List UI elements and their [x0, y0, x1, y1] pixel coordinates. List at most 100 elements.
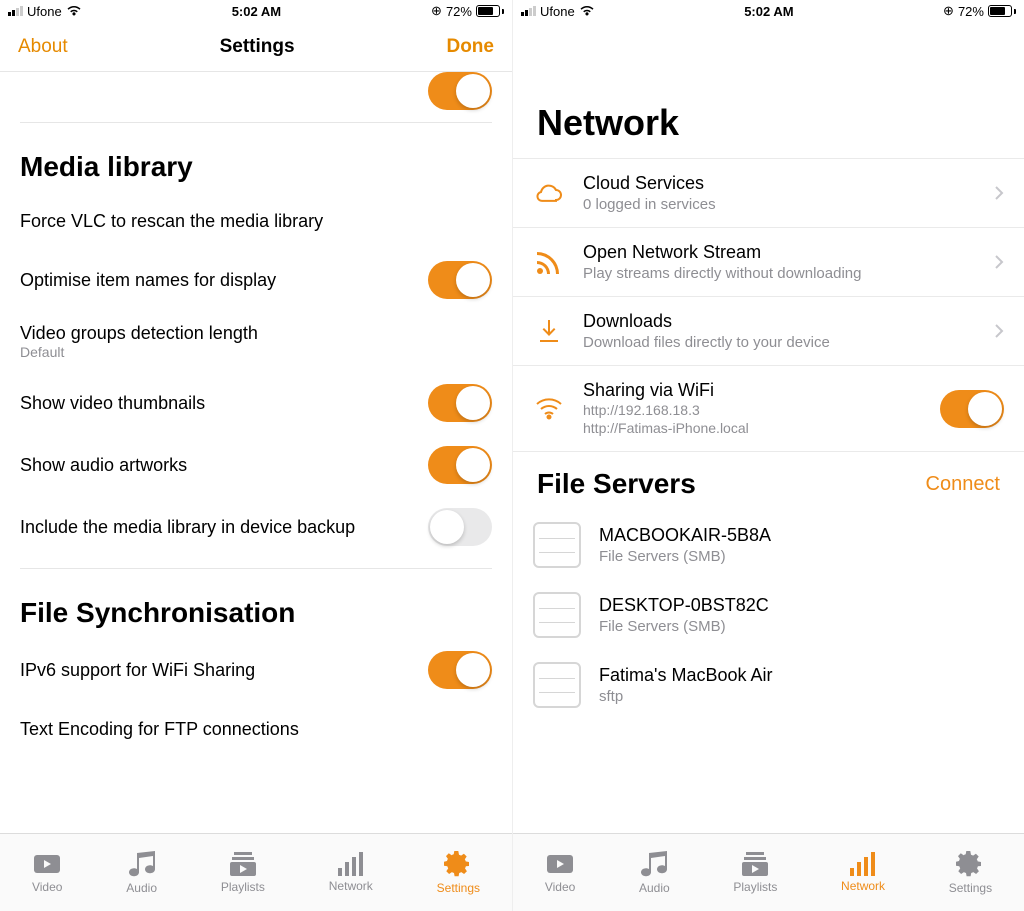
- server-name: MACBOOKAIR-5B8A: [599, 525, 1004, 546]
- toggle-ipv6[interactable]: [428, 651, 492, 689]
- carrier-label: Ufone: [27, 4, 62, 19]
- tab-video[interactable]: Video: [545, 851, 575, 894]
- toggle-unknown[interactable]: [428, 72, 492, 110]
- item-open-stream[interactable]: Open Network Stream Play streams directl…: [513, 228, 1024, 297]
- signal-icon: [521, 6, 536, 16]
- wifi-url-1: http://192.168.18.3: [583, 401, 922, 419]
- item-title: Sharing via WiFi: [583, 380, 922, 401]
- page-title: Settings: [220, 36, 295, 58]
- nav-bar: About Settings Done: [0, 22, 512, 72]
- row-encoding[interactable]: Text Encoding for FTP connections: [0, 701, 512, 757]
- tab-playlists[interactable]: Playlists: [221, 851, 265, 894]
- row-sublabel: Default: [20, 344, 258, 360]
- clock: 5:02 AM: [232, 4, 281, 19]
- music-icon: [129, 850, 155, 878]
- status-bar: Ufone 5:02 AM ⊕ 72%: [513, 0, 1024, 22]
- chevron-right-icon: [994, 185, 1004, 201]
- page-title: Network: [513, 22, 1024, 158]
- row-label: Show video thumbnails: [20, 393, 205, 414]
- tab-network[interactable]: Network: [329, 852, 373, 893]
- item-title: Cloud Services: [583, 173, 976, 194]
- connect-button[interactable]: Connect: [926, 473, 1001, 496]
- cloud-icon: [533, 182, 565, 204]
- toggle-wifi-sharing[interactable]: [940, 390, 1004, 428]
- toggle-backup[interactable]: [428, 508, 492, 546]
- orientation-lock-icon: ⊕: [943, 3, 954, 19]
- tab-video[interactable]: Video: [32, 851, 62, 894]
- download-icon: [533, 318, 565, 344]
- tab-audio[interactable]: Audio: [639, 850, 670, 895]
- tab-playlists[interactable]: Playlists: [733, 851, 777, 894]
- gear-icon: [956, 850, 984, 878]
- row-ipv6: IPv6 support for WiFi Sharing: [0, 639, 512, 701]
- server-name: Fatima's MacBook Air: [599, 665, 1004, 686]
- toggle-artworks[interactable]: [428, 446, 492, 484]
- row-label: Force VLC to rescan the media library: [20, 211, 323, 232]
- tab-bar: Video Audio Playlists Network Settings: [513, 833, 1024, 911]
- row-label: Include the media library in device back…: [20, 517, 355, 538]
- file-servers-header: File Servers Connect: [513, 452, 1024, 510]
- row-label: Text Encoding for FTP connections: [20, 719, 299, 740]
- toggle-thumbnails[interactable]: [428, 384, 492, 422]
- item-wifi-sharing: Sharing via WiFi http://192.168.18.3 htt…: [513, 366, 1024, 452]
- partial-row: [0, 72, 512, 122]
- carrier-label: Ufone: [540, 4, 575, 19]
- wifi-url-2: http://Fatimas-iPhone.local: [583, 419, 922, 437]
- server-icon: [533, 592, 581, 638]
- settings-screen: Ufone 5:02 AM ⊕ 72% About Settings Done …: [0, 0, 512, 911]
- chevron-right-icon: [994, 254, 1004, 270]
- network-screen: Ufone 5:02 AM ⊕ 72% Network Cloud Servic…: [512, 0, 1024, 911]
- row-artworks: Show audio artworks: [0, 434, 512, 496]
- about-button[interactable]: About: [18, 36, 68, 58]
- section-title: File Servers: [537, 468, 696, 500]
- server-name: DESKTOP-0BST82C: [599, 595, 1004, 616]
- toggle-optimise[interactable]: [428, 261, 492, 299]
- row-label: Video groups detection length: [20, 323, 258, 344]
- server-type: File Servers (SMB): [599, 618, 1004, 635]
- wifi-share-icon: [533, 398, 565, 420]
- battery-percent: 72%: [958, 4, 984, 19]
- network-icon: [338, 852, 364, 876]
- tab-audio[interactable]: Audio: [126, 850, 157, 895]
- section-media-library: Media library: [0, 123, 512, 193]
- orientation-lock-icon: ⊕: [431, 3, 442, 19]
- gear-icon: [444, 850, 472, 878]
- row-label: Optimise item names for display: [20, 270, 276, 291]
- server-item[interactable]: MACBOOKAIR-5B8A File Servers (SMB): [513, 510, 1024, 580]
- row-label: IPv6 support for WiFi Sharing: [20, 660, 255, 681]
- row-rescan[interactable]: Force VLC to rescan the media library: [0, 193, 512, 249]
- item-sub: Play streams directly without downloadin…: [583, 265, 976, 282]
- row-thumbnails: Show video thumbnails: [0, 372, 512, 434]
- tab-network[interactable]: Network: [841, 852, 885, 893]
- row-optimise: Optimise item names for display: [0, 249, 512, 311]
- clock: 5:02 AM: [744, 4, 793, 19]
- battery-percent: 72%: [446, 4, 472, 19]
- item-title: Downloads: [583, 311, 976, 332]
- network-icon: [850, 852, 876, 876]
- tab-settings[interactable]: Settings: [437, 850, 480, 895]
- tab-settings[interactable]: Settings: [949, 850, 992, 895]
- status-bar: Ufone 5:02 AM ⊕ 72%: [0, 0, 512, 22]
- server-item[interactable]: Fatima's MacBook Air sftp: [513, 650, 1024, 720]
- network-content: Network Cloud Services 0 logged in servi…: [513, 22, 1024, 833]
- battery-icon: [988, 5, 1016, 17]
- server-icon: [533, 522, 581, 568]
- wifi-icon: [579, 5, 595, 17]
- item-title: Open Network Stream: [583, 242, 976, 263]
- item-sub: 0 logged in services: [583, 196, 976, 213]
- settings-content: Media library Force VLC to rescan the me…: [0, 72, 512, 833]
- battery-icon: [476, 5, 504, 17]
- video-icon: [545, 851, 575, 877]
- item-downloads[interactable]: Downloads Download files directly to you…: [513, 297, 1024, 366]
- row-label: Show audio artworks: [20, 455, 187, 476]
- server-item[interactable]: DESKTOP-0BST82C File Servers (SMB): [513, 580, 1024, 650]
- row-groups[interactable]: Video groups detection length Default: [0, 311, 512, 372]
- stream-icon: [533, 249, 565, 275]
- video-icon: [32, 851, 62, 877]
- music-icon: [641, 850, 667, 878]
- chevron-right-icon: [994, 323, 1004, 339]
- done-button[interactable]: Done: [446, 36, 494, 58]
- tab-bar: Video Audio Playlists Network Settings: [0, 833, 512, 911]
- item-cloud-services[interactable]: Cloud Services 0 logged in services: [513, 158, 1024, 228]
- server-icon: [533, 662, 581, 708]
